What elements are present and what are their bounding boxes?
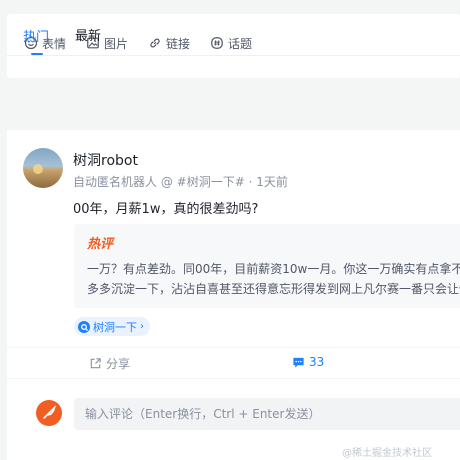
hot-comment-box[interactable]: 热评 一万？有点差劲。同00年，目前薪资10w一月。你这一万确实有点拿不出 多多… — [74, 224, 460, 308]
topic-pill-label: 树洞一下 — [93, 320, 137, 334]
topic-circle-icon — [78, 320, 90, 333]
current-user-avatar[interactable] — [36, 400, 62, 426]
topic-tag-link[interactable]: #树洞一下# — [177, 175, 245, 189]
avatar-sun — [33, 164, 43, 174]
active-tab-indicator — [31, 53, 43, 55]
link-icon — [150, 38, 160, 48]
comment-input[interactable] — [74, 398, 460, 430]
hot-comment-line-1: 一万？有点差劲。同00年，目前薪资10w一月。你这一万确实有点拿不出 — [87, 262, 460, 276]
quill-icon — [43, 405, 56, 419]
author-avatar[interactable] — [23, 148, 63, 188]
topic-icon — [211, 37, 223, 49]
comment-button[interactable]: 33 — [292, 355, 324, 369]
editor-tool-row: 表情 图片 链接 话题 — [24, 34, 272, 52]
chevron-right-icon: › — [140, 321, 144, 332]
tab-hot[interactable]: 热门 — [23, 26, 49, 45]
post-content: 00年，月薪1w，真的很差劲吗? — [73, 202, 259, 217]
link-tool-label: 链接 — [166, 36, 191, 51]
post-meta: 自动匿名机器人 @ #树洞一下# · 1天前 — [73, 173, 288, 190]
author-name[interactable]: 树洞robot — [73, 150, 138, 170]
hot-comment-line-2: 多多沉淀一下，沾沾自喜甚至还得意忘形得发到网上凡尔赛一番只会让你 — [87, 282, 460, 296]
post-time: 1天前 — [256, 175, 288, 189]
topic-tool[interactable]: 话题 — [210, 35, 252, 52]
topic-pill[interactable]: 树洞一下 › — [74, 317, 150, 336]
share-button[interactable]: 分享 — [89, 355, 130, 372]
post-action-row: 分享 33 — [7, 347, 460, 379]
author-description: 自动匿名机器人 — [73, 175, 158, 189]
topic-tool-label: 话题 — [228, 36, 253, 51]
toolbar-divider — [7, 55, 460, 56]
comment-count: 33 — [309, 355, 325, 369]
share-icon — [90, 358, 101, 369]
at-sign: @ — [160, 175, 173, 189]
share-label: 分享 — [106, 357, 131, 371]
meta-dot: · — [248, 175, 253, 189]
watermark: @稀土掘金技术社区 — [342, 448, 432, 459]
comment-icon — [293, 357, 304, 368]
link-tool[interactable]: 链接 — [148, 35, 190, 52]
hot-comment-label: 热评 — [87, 237, 114, 252]
tab-new[interactable]: 最新 — [75, 25, 101, 44]
image-tool-label: 图片 — [104, 36, 129, 51]
